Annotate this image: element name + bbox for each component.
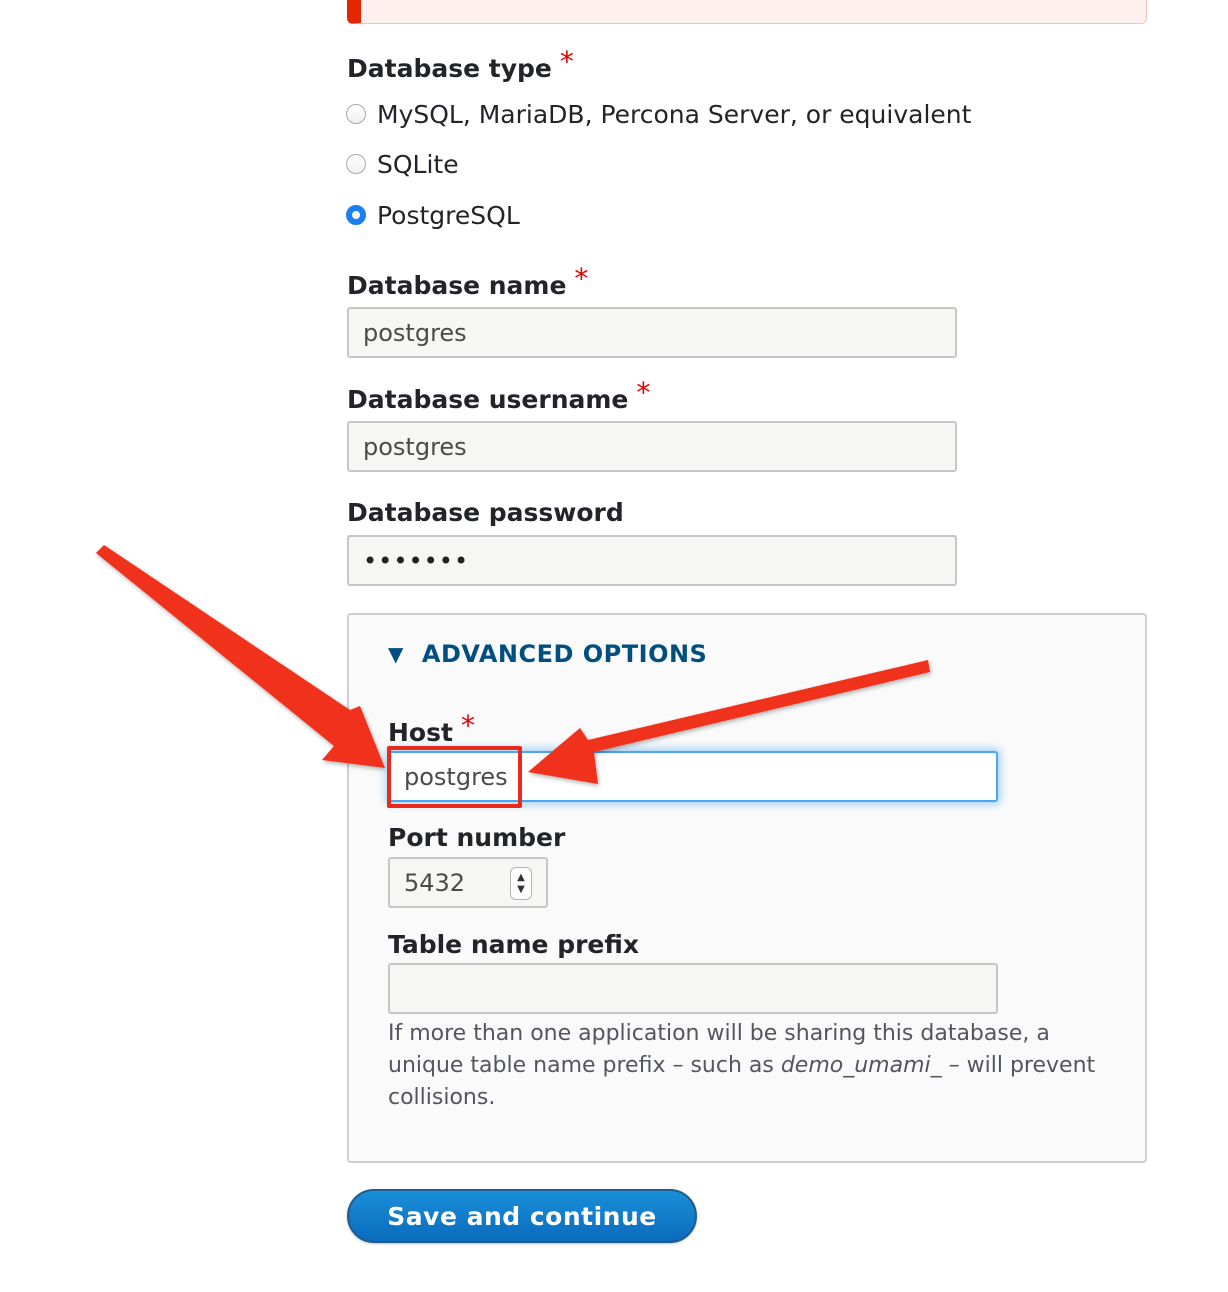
database-type-label: Database type * <box>347 47 574 84</box>
radio-label-sqlite: SQLite <box>377 149 459 179</box>
table-prefix-help: If more than one application will be sha… <box>388 1018 1108 1114</box>
database-password-label: Database password <box>347 498 624 528</box>
database-name-label: Database name * <box>347 264 588 301</box>
host-label-text: Host <box>388 718 453 747</box>
database-username-input[interactable]: postgres <box>347 421 957 472</box>
radio-button-sqlite[interactable] <box>346 154 366 174</box>
stepper-up-icon[interactable]: ▲ <box>517 872 525 884</box>
radio-option-mysql[interactable]: MySQL, MariaDB, Percona Server, or equiv… <box>346 98 971 130</box>
required-marker: * <box>559 45 574 78</box>
triangle-down-icon: ▼ <box>388 642 404 666</box>
port-number-input[interactable]: 5432 ▲ ▼ <box>388 857 548 908</box>
required-marker: * <box>460 709 475 742</box>
database-username-value: postgres <box>363 432 467 461</box>
port-number-value: 5432 <box>404 868 466 897</box>
host-label: Host * <box>388 711 475 748</box>
save-and-continue-button[interactable]: Save and continue <box>347 1189 697 1243</box>
radio-option-postgresql[interactable]: PostgreSQL <box>346 199 520 231</box>
radio-button-mysql[interactable] <box>346 104 366 124</box>
database-name-value: postgres <box>363 318 467 347</box>
radio-label-mysql: MySQL, MariaDB, Percona Server, or equiv… <box>377 99 972 129</box>
radio-label-postgresql: PostgreSQL <box>377 200 520 230</box>
database-username-label-text: Database username <box>347 385 629 414</box>
required-marker: * <box>574 262 589 295</box>
required-marker: * <box>636 376 651 409</box>
database-name-input[interactable]: postgres <box>347 307 957 358</box>
database-username-label: Database username * <box>347 378 650 415</box>
radio-option-sqlite[interactable]: SQLite <box>346 148 459 180</box>
error-message-box <box>347 0 1147 24</box>
port-number-label-text: Port number <box>388 823 566 852</box>
table-prefix-input[interactable] <box>388 963 998 1014</box>
table-prefix-label: Table name prefix <box>388 930 639 960</box>
table-prefix-label-text: Table name prefix <box>388 930 640 959</box>
database-password-label-text: Database password <box>347 498 624 527</box>
advanced-options-title: ADVANCED OPTIONS <box>421 640 708 668</box>
database-password-value: ••••••• <box>363 546 470 575</box>
annotation-highlight-box <box>387 746 522 808</box>
port-stepper[interactable]: ▲ ▼ <box>510 867 532 900</box>
database-name-label-text: Database name <box>347 271 567 300</box>
database-password-input[interactable]: ••••••• <box>347 535 957 586</box>
port-number-label: Port number <box>388 823 565 853</box>
stepper-down-icon[interactable]: ▼ <box>517 884 525 896</box>
arrow-left-icon <box>96 545 385 768</box>
database-type-label-text: Database type <box>347 54 552 83</box>
radio-button-postgresql[interactable] <box>346 205 366 225</box>
help-text-example: demo_umami_ <box>780 1053 942 1078</box>
advanced-options-toggle[interactable]: ▼ ADVANCED OPTIONS <box>388 640 707 668</box>
